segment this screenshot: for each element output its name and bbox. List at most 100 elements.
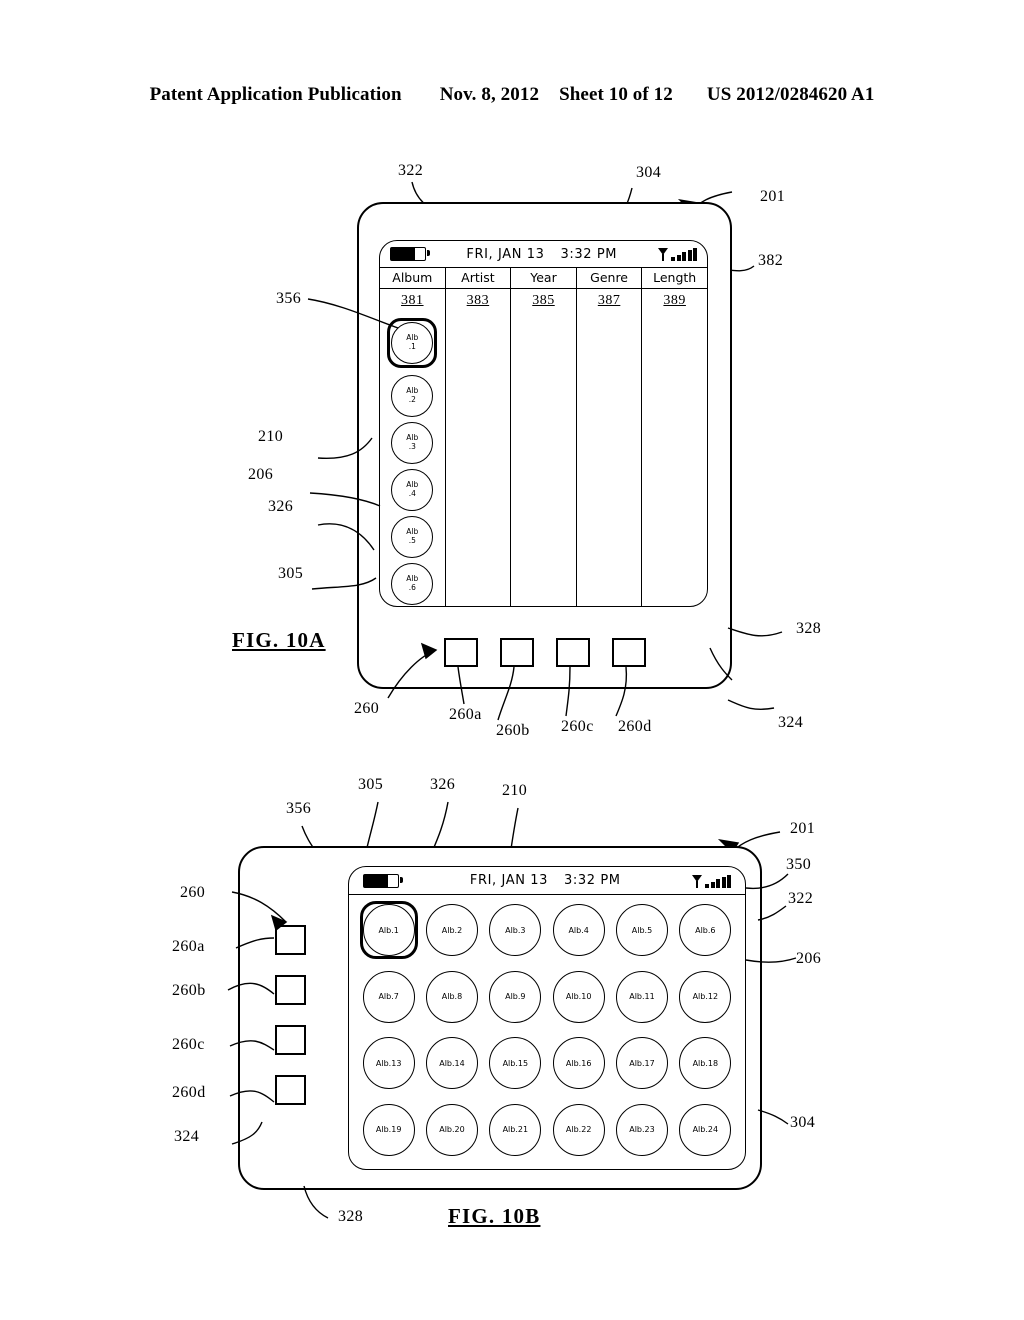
album-cell: Alb.15 (486, 1034, 544, 1092)
album-item[interactable]: Alb.21 (489, 1103, 542, 1156)
fig-b-ref-322: 322 (788, 890, 814, 907)
fig-b-ref-260a: 260a (172, 938, 205, 955)
fig-b-ref-326: 326 (430, 776, 456, 793)
fig-b-ref-210: 210 (502, 782, 528, 799)
fig-b-caption: FIG. 10B (448, 1204, 541, 1228)
album-cell: Alb.18 (676, 1034, 734, 1092)
album-cell: Alb.21 (486, 1101, 544, 1159)
fig-b-ref-260b: 260b (172, 982, 206, 999)
album-item[interactable]: Alb.14 (425, 1037, 478, 1090)
fig-a-ref-260d: 260d (618, 718, 652, 735)
fig-b-ref-328: 328 (338, 1208, 364, 1225)
patent-drawing-page: Patent Application Publication Nov. 8, 2… (0, 0, 1024, 1320)
fig-a-ref-210: 210 (258, 428, 284, 445)
album-item[interactable]: Alb.10 (552, 970, 605, 1023)
header-sheet: Sheet 10 of 12 (559, 84, 673, 105)
album-cell: Alb.17 (613, 1034, 671, 1092)
album-cell: Alb.3 (486, 901, 544, 959)
album-item[interactable]: Alb.16 (552, 1037, 605, 1090)
fig-a-album-table: Album 381 Alb .1 Alb .2 Alb .3 Alb .4 Al… (380, 267, 707, 606)
fig-a-leaders-left (307, 298, 399, 590)
album-item[interactable]: Alb.12 (679, 970, 732, 1023)
album-cell: Alb.22 (550, 1101, 608, 1159)
album-item[interactable]: Alb.20 (425, 1103, 478, 1156)
header-publication: Patent Application Publication (149, 84, 402, 105)
album-cell: Alb.16 (550, 1034, 608, 1092)
column-header-artist: Artist (445, 267, 511, 289)
header-document-number: US 2012/0284620 A1 (706, 84, 875, 105)
fig-a-display-screen: FRI, JAN 13 3:32 PM Album 381 Alb .1 Alb… (379, 240, 708, 607)
album-label: Alb.8 (441, 992, 463, 1002)
fig-b-status-bar: FRI, JAN 13 3:32 PM (349, 867, 745, 895)
fig-b-ref-260: 260 (180, 884, 206, 901)
album-label: Alb.13 (375, 1058, 402, 1068)
battery-icon (390, 247, 430, 261)
album-label: Alb.17 (629, 1058, 655, 1068)
album-label: Alb.10 (565, 992, 592, 1002)
album-item[interactable]: Alb.11 (615, 970, 668, 1023)
status-time: 3:32 PM (564, 873, 621, 888)
album-cell: Alb.13 (360, 1034, 418, 1092)
album-label: Alb.21 (502, 1125, 529, 1135)
album-label: Alb.18 (692, 1058, 719, 1068)
fig-a-ref-324: 324 (778, 714, 804, 731)
column-header-year: Year (511, 267, 576, 289)
album-cell: Alb.19 (360, 1101, 418, 1159)
fig-b-ref-304: 304 (790, 1114, 816, 1131)
header-date: Nov. 8, 2012 (439, 84, 540, 105)
album-item[interactable]: Alb.23 (615, 1103, 668, 1156)
album-item[interactable]: Alb.24 (679, 1103, 732, 1156)
fig-b-ref-305: 305 (358, 776, 384, 793)
album-item[interactable]: Alb.4 (552, 904, 605, 957)
album-item[interactable]: Alb.5 (615, 904, 668, 957)
fig-b-leaders-left (227, 891, 288, 1145)
album-label: Alb.20 (439, 1125, 465, 1135)
album-cell: Alb.10 (550, 968, 608, 1026)
album-item[interactable]: Alb.22 (552, 1103, 605, 1156)
album-item[interactable]: Alb.18 (679, 1037, 732, 1090)
album-label: Alb.11 (629, 992, 655, 1002)
fig-b-selection-highlight: Alb.1 (359, 901, 418, 960)
fig-a-status-bar: FRI, JAN 13 3:32 PM (380, 241, 707, 268)
album-label: Alb.23 (629, 1125, 655, 1135)
album-cell: Alb.14 (423, 1034, 481, 1092)
album-item[interactable]: Alb.17 (615, 1037, 668, 1090)
album-item[interactable]: Alb.13 (362, 1037, 415, 1090)
fig-a-ref-382: 382 (758, 252, 784, 269)
column-header-album: Album (380, 267, 445, 289)
album-item[interactable]: Alb.9 (489, 970, 542, 1023)
album-label: Alb.16 (565, 1058, 592, 1068)
album-cell: Alb.5 (613, 901, 671, 959)
fig-b-ref-356: 356 (286, 800, 312, 817)
album-label: Alb.1 (378, 925, 399, 935)
album-item[interactable]: Alb.19 (362, 1103, 415, 1156)
album-item[interactable]: Alb.8 (425, 970, 478, 1023)
signal-bars-icon (691, 874, 731, 888)
fig-a-ref-328: 328 (796, 620, 822, 637)
album-label: Alb.6 (695, 925, 716, 935)
fig-a-ref-201: 201 (760, 188, 786, 205)
album-item[interactable]: Alb.15 (489, 1037, 542, 1090)
album-label: Alb.15 (502, 1058, 529, 1068)
fig-b-ref-260c: 260c (172, 1036, 205, 1053)
fig-b-ref-260d: 260d (172, 1084, 206, 1101)
album-item[interactable]: Alb.6 (679, 904, 732, 957)
album-item[interactable]: Alb.1 (362, 904, 415, 957)
album-label: Alb.14 (439, 1058, 465, 1068)
column-header-genre: Genre (576, 267, 642, 289)
status-date: FRI, JAN 13 (466, 246, 545, 262)
album-item[interactable]: Alb.7 (362, 970, 415, 1023)
album-label: Alb.4 (568, 925, 589, 935)
fig-a-leaders-right (727, 627, 783, 710)
album-label: Alb.7 (378, 992, 399, 1002)
album-item[interactable]: Alb.3 (489, 904, 542, 957)
column-header-length: Length (642, 267, 707, 289)
album-cell: Alb.11 (613, 968, 671, 1026)
album-cell: Alb.9 (486, 968, 544, 1026)
fig-a-ref-326: 326 (268, 498, 294, 515)
fig-a-ref-206: 206 (248, 466, 274, 483)
album-item[interactable]: Alb.2 (425, 904, 478, 957)
album-cell: Alb.2 (423, 901, 481, 959)
column-ref-year: 385 (532, 293, 555, 308)
table-column-length: Length 389 (642, 267, 707, 606)
